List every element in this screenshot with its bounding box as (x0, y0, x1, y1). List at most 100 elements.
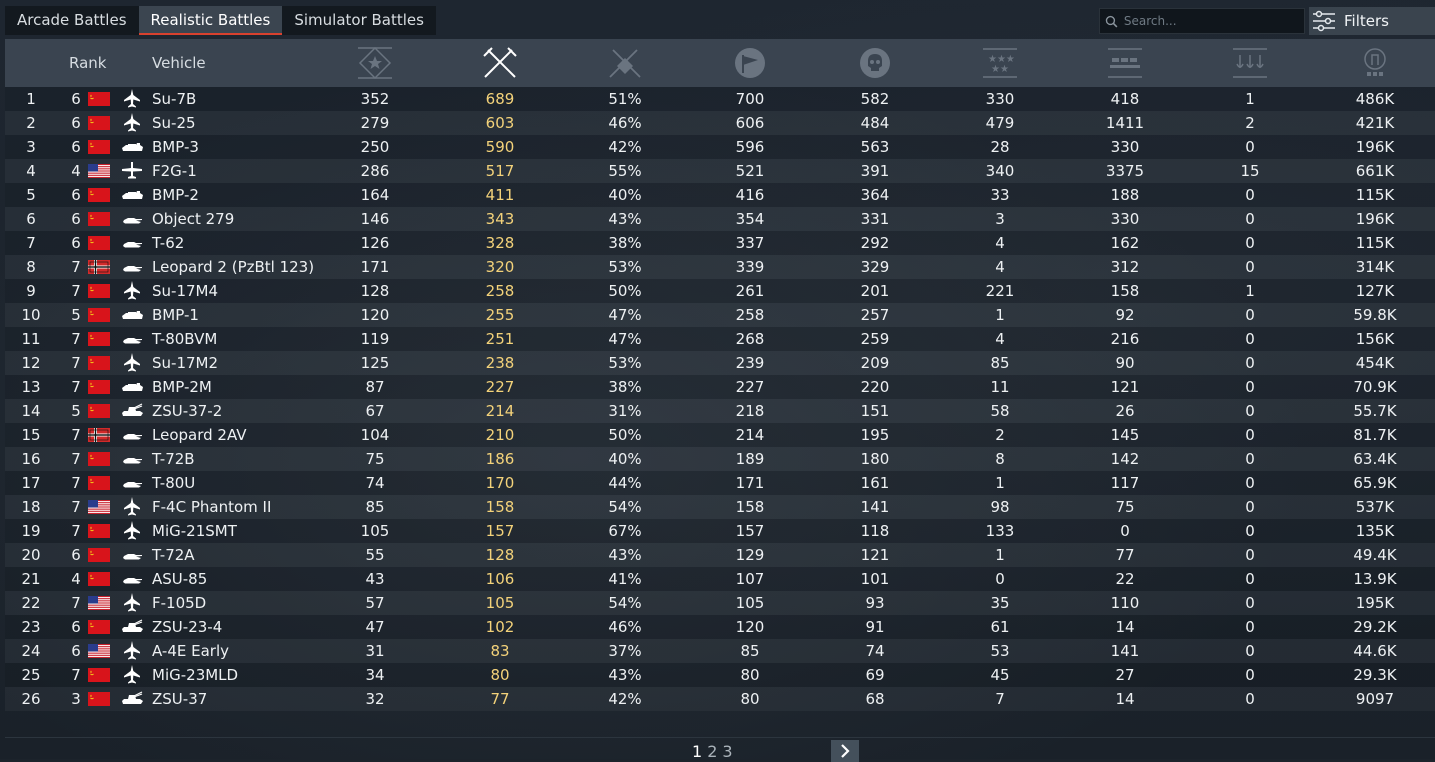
rank-cell: 6 (71, 210, 81, 228)
vehicle-name[interactable]: F-105D (152, 591, 206, 615)
position-cell: 16 (21, 450, 41, 468)
naval-kills-cell: 0 (1245, 618, 1255, 636)
vehicle-name[interactable]: Leopard 2AV (152, 423, 247, 447)
victories-cell: 171 (735, 474, 765, 492)
vehicle-name[interactable]: F2G-1 (152, 159, 197, 183)
column-naval-kills-icon[interactable] (1220, 39, 1280, 87)
ifv-icon (122, 311, 143, 319)
vehicle-name[interactable]: BMP-2 (152, 183, 199, 207)
vehicle-name[interactable]: Su-17M2 (152, 351, 218, 375)
spaa-icon (122, 619, 143, 632)
column-rewards-icon[interactable] (1345, 39, 1405, 87)
table-row[interactable]: 8 7 Leopard 2 (PzBtl 123) 171 320 53% 339 329 4 3… (5, 255, 1435, 279)
victories-cell: 596 (735, 138, 765, 156)
column-battles-icon[interactable] (470, 39, 530, 87)
table-row[interactable]: 5 6 BMP-2 164 411 40% 416 364 33 188 0 115K (5, 183, 1435, 207)
vehicle-name[interactable]: F-4C Phantom II (152, 495, 271, 519)
tab-simulator-battles[interactable]: Simulator Battles (282, 6, 436, 35)
table-row[interactable]: 20 6 T-72A 55 128 43% 129 121 1 77 0 49.4K (5, 543, 1435, 567)
vehicle-name[interactable]: ZSU-37 (152, 687, 207, 711)
tank-icon (123, 338, 142, 344)
tank-icon (123, 578, 142, 584)
air-kills-cell: 8 (995, 450, 1005, 468)
tab-arcade-battles[interactable]: Arcade Battles (5, 6, 139, 35)
vehicle-name[interactable]: Object 279 (152, 207, 234, 231)
air-kills-cell: 11 (990, 378, 1010, 396)
table-row[interactable]: 19 7 MiG-21SMT 105 157 67% 157 118 133 0 0 135K (5, 519, 1435, 543)
table-row[interactable]: 14 5 ZSU-37-2 67 214 31% 218 151 58 26 0 55.7K (5, 399, 1435, 423)
table-row[interactable]: 13 7 BMP-2M 87 227 38% 227 220 11 121 0 70.9K (5, 375, 1435, 399)
table-row[interactable]: 3 6 BMP-3 250 590 42% 596 563 28 330 0 196K (5, 135, 1435, 159)
table-row[interactable]: 6 6 Object 279 146 343 43% 354 331 3 330 0 196K (5, 207, 1435, 231)
table-row[interactable]: 21 4 ASU-85 43 106 41% 107 101 0 22 0 13.9K (5, 567, 1435, 591)
deaths-cell: 209 (860, 354, 890, 372)
vehicle-name[interactable]: BMP-1 (152, 303, 199, 327)
rating-cell: 164 (360, 186, 390, 204)
ground-kills-cell: 110 (1110, 594, 1140, 612)
search-input[interactable] (1121, 13, 1304, 29)
vehicle-name[interactable]: T-80U (152, 471, 195, 495)
vehicle-name[interactable]: Su-7B (152, 87, 196, 111)
column-vehicle[interactable]: Vehicle (152, 39, 252, 87)
vehicle-name[interactable]: MiG-21SMT (152, 519, 237, 543)
column-rating-icon[interactable] (345, 39, 405, 87)
table-row[interactable]: 15 7 Leopard 2AV 104 210 50% 214 195 2 145 0 81.7K (5, 423, 1435, 447)
table-row[interactable]: 12 7 Su-17M2 125 238 53% 239 209 85 90 0 454K (5, 351, 1435, 375)
table-row[interactable]: 17 7 T-80U 74 170 44% 171 161 1 117 0 65.9K (5, 471, 1435, 495)
vehicle-name[interactable]: MiG-23MLD (152, 663, 238, 687)
table-row[interactable]: 1 6 Su-7B 352 689 51% 700 582 330 418 1 486K (5, 87, 1435, 111)
column-win-rate-icon[interactable] (595, 39, 655, 87)
naval-kills-cell: 0 (1245, 210, 1255, 228)
page-3[interactable]: 3 (722, 742, 732, 761)
vehicle-name[interactable]: Leopard 2 (PzBtl 123) (152, 255, 314, 279)
nation-flag (88, 591, 110, 615)
table-row[interactable]: 11 7 T-80BVM 119 251 47% 268 259 4 216 0 156K (5, 327, 1435, 351)
ground-kills-cell: 216 (1110, 330, 1140, 348)
table-row[interactable]: 26 3 ZSU-37 32 77 42% 80 68 7 14 0 9097 (5, 687, 1435, 711)
vehicle-name[interactable]: ZSU-23-4 (152, 615, 222, 639)
filters-button[interactable]: Filters (1309, 7, 1435, 35)
rank-cell: 7 (71, 522, 81, 540)
table-row[interactable]: 25 7 MiG-23MLD 34 80 43% 80 69 45 27 0 29.3K (5, 663, 1435, 687)
column-victories-icon[interactable] (720, 39, 780, 87)
rating-cell: 126 (360, 234, 390, 252)
rank-cell: 6 (71, 114, 81, 132)
vehicle-name[interactable]: T-72A (152, 543, 195, 567)
vehicle-name[interactable]: Su-17M4 (152, 279, 218, 303)
column-deaths-icon[interactable] (845, 39, 905, 87)
nation-flag (88, 567, 110, 591)
table-row[interactable]: 23 6 ZSU-23-4 47 102 46% 120 91 61 14 0 29.2K (5, 615, 1435, 639)
column-air-kills-icon[interactable]: ★★★ ★★ (970, 39, 1030, 87)
vehicle-name[interactable]: T-72B (152, 447, 195, 471)
win-rate-cell: 55% (608, 162, 642, 180)
table-row[interactable]: 4 4 F2G-1 286 517 55% 521 391 340 3375 15 661K (5, 159, 1435, 183)
table-row[interactable]: 7 6 T-62 126 328 38% 337 292 4 162 0 115K (5, 231, 1435, 255)
table-row[interactable]: 9 7 Su-17M4 128 258 50% 261 201 221 158 1 127K (5, 279, 1435, 303)
vehicle-name[interactable]: T-62 (152, 231, 184, 255)
vehicle-name[interactable]: ZSU-37-2 (152, 399, 222, 423)
vehicle-name[interactable]: Su-25 (152, 111, 196, 135)
vehicle-name[interactable]: BMP-3 (152, 135, 199, 159)
filters-label: Filters (1344, 12, 1389, 30)
deaths-cell: 118 (860, 522, 890, 540)
air-kills-cell: 45 (990, 666, 1010, 684)
column-ground-kills-icon[interactable] (1095, 39, 1155, 87)
table-row[interactable]: 16 7 T-72B 75 186 40% 189 180 8 142 0 63.4K (5, 447, 1435, 471)
page-2[interactable]: 2 (707, 742, 717, 761)
table-row[interactable]: 18 7 F-4C Phantom II 85 158 54% 158 141 98 75 0 537… (5, 495, 1435, 519)
table-row[interactable]: 24 6 A-4E Early 31 83 37% 85 74 53 141 0 44.6K (5, 639, 1435, 663)
table-row[interactable]: 22 7 F-105D 57 105 54% 105 93 35 110 0 195K (5, 591, 1435, 615)
page-1[interactable]: 1 (692, 742, 702, 761)
rating-cell: 32 (365, 690, 385, 708)
vehicle-name[interactable]: A-4E Early (152, 639, 229, 663)
vehicle-name[interactable]: BMP-2M (152, 375, 212, 399)
column-rank[interactable]: Rank (69, 39, 129, 87)
rating-cell: 119 (360, 330, 390, 348)
table-row[interactable]: 10 5 BMP-1 120 255 47% 258 257 1 92 0 59.8K (5, 303, 1435, 327)
vehicle-name[interactable]: ASU-85 (152, 567, 207, 591)
rank-cell: 7 (71, 258, 81, 276)
vehicle-name[interactable]: T-80BVM (152, 327, 217, 351)
tab-realistic-battles[interactable]: Realistic Battles (138, 6, 283, 35)
table-row[interactable]: 2 6 Su-25 279 603 46% 606 484 479 1411 2 421K (5, 111, 1435, 135)
win-rate-cell: 46% (608, 114, 642, 132)
